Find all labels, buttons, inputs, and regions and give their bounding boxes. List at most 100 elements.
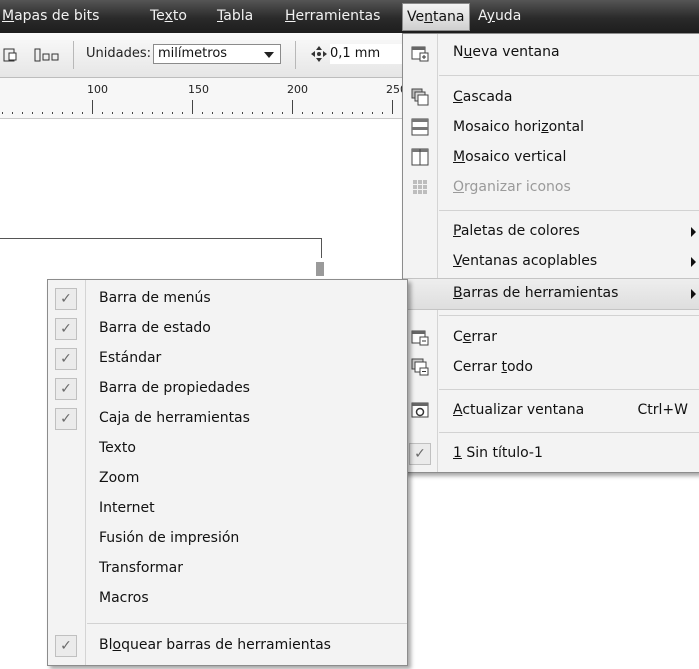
menu-item-label: Mosaico horizontal [453,119,584,135]
submenu-item-barra-de-men-s[interactable]: ✓ Barra de menús [48,284,407,314]
nudge-arrows-icon [310,45,328,63]
menu-item-paletas-de-colores[interactable]: Paletas de colores [403,217,699,247]
submenu-item-transformar[interactable]: Transformar [48,554,407,584]
submenu-item-caja-de-herramientas[interactable]: ✓ Caja de herramientas [48,404,407,434]
submenu-item-bloquear-barras-de-herramientas[interactable]: ✓ Bloquear barras de herramientas [48,631,407,661]
menu-item-cascada[interactable]: Cascada [403,83,699,113]
menu-item-barras-de-herramientas[interactable]: Barras de herramientas [403,278,699,310]
menu-item-label: Actualizar ventana [453,402,585,418]
units-select[interactable]: milímetros [153,44,281,64]
submenu-item-fusi-n-de-impresi-n[interactable]: Fusión de impresión [48,524,407,554]
menu-bar: Mapas de bits Texto Tabla Herramientas V… [0,0,699,33]
submenu-item-label: Fusión de impresión [99,530,240,546]
menu-item-organizar-iconos: Organizar iconos [403,173,699,203]
check-icon: ✓ [55,288,77,310]
cascade-icon [411,88,429,106]
ruler-tick [122,112,123,114]
horizontal-ruler: 100 150 200 250 [0,78,410,119]
submenu-item-label: Macros [99,590,149,606]
submenu-item-label: Zoom [99,470,140,486]
submenu-item-label: Barra de estado [99,320,211,336]
ruler-tick [232,112,233,114]
submenu-arrow-icon [691,289,696,299]
ruler-tick [12,112,13,114]
menu-label: Herramientas [285,8,381,24]
units-label: Unidades: [86,46,151,61]
ruler-tick [72,112,73,114]
page-shadow [316,262,324,276]
object-align-icon[interactable] [2,46,20,64]
menu-tabla[interactable]: Tabla [217,0,253,33]
menu-herramientas[interactable]: Herramientas [285,0,380,33]
tile-horizontal-icon [411,118,429,136]
ruler-tick [22,112,23,114]
menu-item-mosaico-vertical[interactable]: Mosaico vertical [403,143,699,173]
menu-item-shortcut: Ctrl+W [637,402,688,418]
tile-vertical-icon [411,148,429,166]
ruler-tick [92,100,93,114]
menu-item-cerrar-todo[interactable]: Cerrar todo [403,353,699,383]
submenu-item-barra-de-propiedades[interactable]: ✓ Barra de propiedades [48,374,407,404]
check-icon: ✓ [55,348,77,370]
ruler-tick [82,112,83,114]
menu-separator [439,315,699,316]
submenu-item-barra-de-estado[interactable]: ✓ Barra de estado [48,314,407,344]
check-icon: ✓ [55,378,77,400]
ruler-tick [32,112,33,114]
chevron-down-icon [264,52,274,58]
submenu-arrow-icon [691,257,696,267]
ruler-tick [152,112,153,114]
close-all-icon [411,358,429,376]
menu-separator [87,623,407,624]
menu-ventana[interactable]: Ventana [402,3,470,31]
ruler-tick [382,112,383,114]
page-border [0,238,322,239]
ruler-tick [62,112,63,114]
ruler-tick [342,112,343,114]
ruler-tick [392,100,393,114]
submenu-item-internet[interactable]: Internet [48,494,407,524]
menu-item-nueva-ventana[interactable]: Nueva ventana [403,38,699,68]
menu-item-mosaico-horizontal[interactable]: Mosaico horizontal [403,113,699,143]
ruler-tick [262,112,263,114]
ruler-tick [272,112,273,114]
menu-item-ventanas-acoplables[interactable]: Ventanas acoplables [403,247,699,277]
ruler-tick [182,112,183,114]
menu-texto[interactable]: Texto [150,0,187,33]
submenu-item-zoom[interactable]: Zoom [48,464,407,494]
menu-ayuda[interactable]: Ayuda [478,0,521,33]
submenu-item-label: Barra de propiedades [99,380,250,396]
submenu-item-texto[interactable]: Texto [48,434,407,464]
menu-label: Mapas de bits [2,8,100,24]
ruler-tick [112,112,113,114]
menu-item-cerrar[interactable]: Cerrar [403,323,699,353]
menu-item-label: Nueva ventana [453,44,560,60]
nudge-distance-input[interactable]: 0,1 mm [330,44,410,64]
menu-label: Tabla [217,8,254,24]
menu-item-sin-titulo-1[interactable]: ✓ 1 Sin título-1 [403,439,699,469]
menu-item-label: Cerrar todo [453,359,533,375]
menu-item-label: 1 Sin título-1 [453,445,543,461]
submenu-item-label: Barra de menús [99,290,211,306]
ruler-label: 100 [87,83,108,96]
ruler-tick [222,112,223,114]
menu-item-label: Cerrar [453,329,498,345]
menu-mapas-de-bits[interactable]: Mapas de bits [2,0,99,33]
window-menu: Nueva ventana Cascada Mosaico horizontal… [402,33,699,473]
toolbars-submenu: ✓ Barra de menús ✓ Barra de estado ✓ Estándar… [47,279,408,666]
ruler-tick [52,112,53,114]
ruler-tick [332,112,333,114]
ruler-tick [372,112,373,114]
menu-label: Ayuda [478,8,522,24]
refresh-window-icon [411,401,429,419]
ruler-tick [322,112,323,114]
submenu-item-macros[interactable]: Macros [48,584,407,614]
ruler-tick [142,112,143,114]
menu-item-label: Barras de herramientas [453,285,619,301]
property-bar: Unidades: milímetros 0,1 mm [0,33,410,78]
menu-item-label: Mosaico vertical [453,149,567,165]
submenu-item-est-ndar[interactable]: ✓ Estándar [48,344,407,374]
menu-item-actualizar-ventana[interactable]: Actualizar ventana Ctrl+W [403,396,699,426]
distribute-icon[interactable] [34,46,60,64]
check-icon: ✓ [409,443,431,465]
